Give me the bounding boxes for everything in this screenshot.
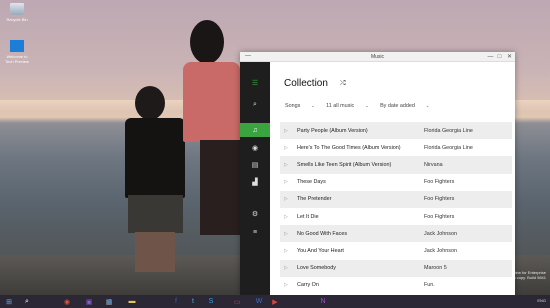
sort-filter-dropdown[interactable]: By date added ⌄: [380, 103, 429, 109]
page-title: Collection: [284, 78, 328, 89]
radio-icon[interactable]: ◉: [240, 141, 270, 155]
track-title: Party People (Album Version): [297, 127, 368, 134]
track-title: Love Somebody: [297, 265, 336, 272]
adult-lower: [200, 140, 240, 235]
track-row[interactable]: ▷ These Days Foo Fighters: [280, 174, 512, 191]
sort-filter-label: By date added: [380, 103, 415, 109]
queue-icon[interactable]: ≡: [240, 225, 270, 239]
desktop-icon-recycle-bin[interactable]: Recycle Bin: [3, 3, 31, 22]
chevron-down-icon: ⌄: [365, 103, 369, 108]
taskbar-app-ie-icon[interactable]: e: [103, 296, 117, 307]
title-bar[interactable]: — Music — □ ✕: [240, 52, 515, 62]
track-title: Here's To The Good Times (Album Version): [297, 144, 401, 151]
taskbar-app-music-icon[interactable]: ◉: [60, 296, 74, 307]
settings-icon[interactable]: ⚙: [240, 207, 270, 221]
track-artist[interactable]: Florida Georgia Line: [424, 145, 473, 151]
track-title: These Days: [297, 179, 326, 186]
taskbar-app-explorer-icon[interactable]: ▬: [125, 296, 139, 307]
play-icon[interactable]: ▷: [284, 179, 292, 185]
taskbar-app-twitter-icon[interactable]: t: [186, 296, 200, 307]
search-icon[interactable]: ⌕: [240, 98, 270, 112]
taskbar-app-generic-icon[interactable]: ▭: [230, 296, 244, 307]
chevron-down-icon: ⌄: [311, 103, 315, 108]
play-icon[interactable]: ▷: [284, 128, 292, 134]
track-artist[interactable]: Florida Georgia Line: [424, 128, 473, 134]
track-row[interactable]: ▷ Party People (Album Version) Florida Geo…: [280, 122, 512, 140]
desktop-icon-label: Recycle Bin: [6, 17, 28, 22]
minimize-button[interactable]: —: [486, 53, 495, 61]
window-title: Music: [370, 54, 385, 60]
play-icon[interactable]: ▷: [284, 265, 292, 271]
desktop-icon-label: Welcome to Tech Preview: [5, 54, 29, 64]
source-filter-dropdown[interactable]: 11 all music ⌄: [326, 103, 368, 109]
play-icon[interactable]: ▷: [284, 145, 292, 151]
shuffle-icon[interactable]: ⤮: [340, 80, 346, 88]
source-filter-label: 11 all music: [326, 103, 355, 109]
play-icon[interactable]: ▷: [284, 162, 292, 168]
play-icon[interactable]: ▷: [284, 231, 292, 237]
track-row[interactable]: ▷ You And Your Heart Jack Johnson: [280, 242, 512, 259]
navigation-sidebar: ☰ ⌕ ♫ ◉ ▤ ▟ ⚙ ≡: [240, 62, 270, 295]
taskbar-app-facebook-icon[interactable]: f: [169, 296, 183, 307]
track-row[interactable]: ▷ Carry On Fun.: [280, 277, 512, 294]
track-artist[interactable]: Maroon 5: [424, 265, 447, 271]
taskbar-app-onenote-icon[interactable]: N: [316, 296, 330, 307]
child-legs: [135, 232, 175, 272]
track-artist[interactable]: Jack Johnson: [424, 231, 457, 237]
track-title: You And Your Heart: [297, 247, 344, 254]
collection-pane: Collection ⤮ Songs ⌄ 11 all music ⌄ By dat…: [270, 62, 515, 295]
track-title: No Good With Faces: [297, 230, 348, 237]
taskbar: ⊞ ⌕ ◉ ▣ ▦ e ▬ f t S ▭ W ▶ N ENG: [0, 295, 550, 308]
track-artist[interactable]: Foo Fighters: [424, 196, 454, 202]
track-title: Carry On: [297, 282, 319, 289]
start-button[interactable]: ⊞: [2, 296, 16, 307]
track-list: ▷ Party People (Album Version) Florida Geo…: [280, 122, 512, 294]
taskbar-app-skype-icon[interactable]: S: [204, 296, 218, 307]
track-row[interactable]: ▷ Love Somebody Maroon 5: [280, 259, 512, 277]
menu-icon[interactable]: ☰: [240, 76, 270, 90]
track-artist[interactable]: Jack Johnson: [424, 248, 457, 254]
track-row[interactable]: ▷ Smells Like Teen Spirit (Album Version)…: [280, 156, 512, 174]
play-icon[interactable]: ▷: [284, 248, 292, 254]
play-icon[interactable]: ▷: [284, 214, 292, 220]
search-icon[interactable]: ⌕: [20, 296, 34, 307]
child-body: [125, 118, 185, 198]
chart-icon[interactable]: ▟: [240, 175, 270, 189]
view-filter-dropdown[interactable]: Songs ⌄: [285, 103, 315, 109]
taskbar-app-media-icon[interactable]: ▶: [268, 296, 282, 307]
music-app-window: — Music — □ ✕ ☰ ⌕ ♫ ◉ ▤ ▟ ⚙ ≡ Collection…: [240, 52, 515, 295]
track-title: Let It Die: [297, 213, 319, 220]
maximize-button[interactable]: □: [495, 53, 504, 61]
recycle-bin-icon: [10, 3, 24, 15]
track-row[interactable]: ▷ The Pretender Foo Fighters: [280, 190, 512, 208]
windows-welcome-icon: [10, 40, 24, 52]
track-title: The Pretender: [297, 196, 332, 203]
track-artist[interactable]: Foo Fighters: [424, 214, 454, 220]
track-artist[interactable]: Foo Fighters: [424, 179, 454, 185]
system-tray[interactable]: ENG: [537, 298, 546, 303]
taskbar-app-word-icon[interactable]: W: [252, 296, 266, 307]
track-row[interactable]: ▷ No Good With Faces Jack Johnson: [280, 225, 512, 243]
track-title: Smells Like Teen Spirit (Album Version): [297, 161, 392, 168]
taskbar-app-video-icon[interactable]: ▣: [82, 296, 96, 307]
play-icon[interactable]: ▷: [284, 282, 292, 288]
adult-body: [183, 62, 240, 142]
music-note-icon[interactable]: ♫: [240, 123, 270, 137]
play-icon[interactable]: ▷: [284, 196, 292, 202]
track-row[interactable]: ▷ Let It Die Foo Fighters: [280, 208, 512, 225]
track-row[interactable]: ▷ Here's To The Good Times (Album Version…: [280, 139, 512, 156]
view-filter-label: Songs: [285, 103, 301, 109]
chevron-down-icon: ⌄: [425, 103, 430, 108]
desktop-icon-welcome[interactable]: Welcome to Tech Preview: [3, 40, 31, 64]
adult-head: [190, 20, 224, 64]
track-artist[interactable]: Fun.: [424, 282, 435, 288]
track-artist[interactable]: Nirvana: [424, 162, 443, 168]
close-button[interactable]: ✕: [505, 53, 514, 61]
playlist-icon[interactable]: ▤: [240, 158, 270, 172]
child-shorts: [128, 195, 183, 233]
child-head: [135, 86, 165, 120]
filter-bar: Songs ⌄ 11 all music ⌄ By date added ⌄: [285, 103, 439, 109]
